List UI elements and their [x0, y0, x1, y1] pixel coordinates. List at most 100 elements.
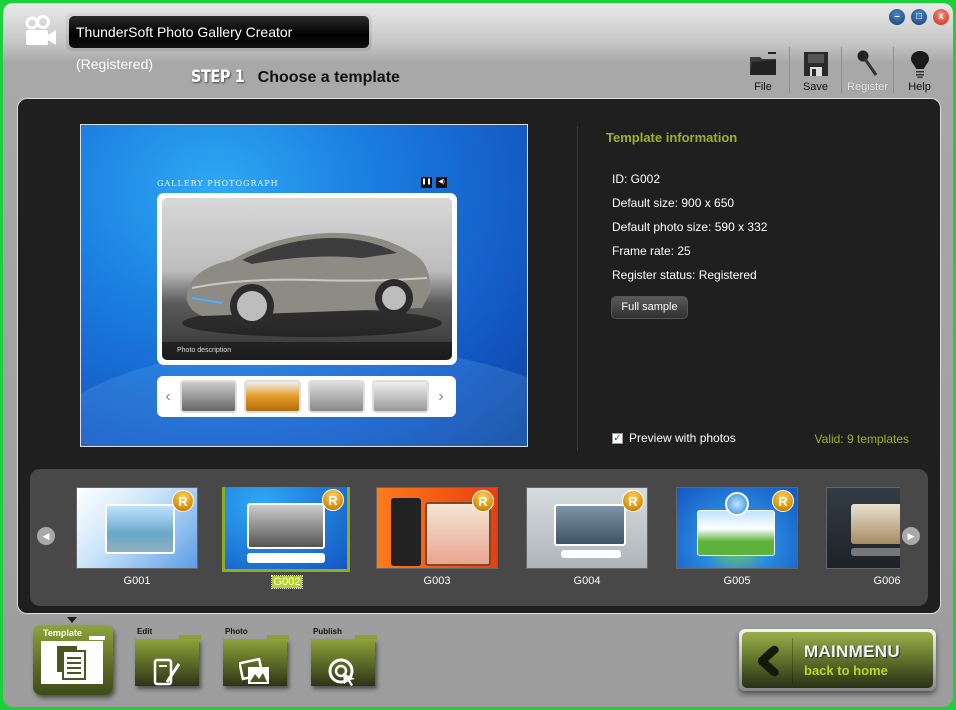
- help-button[interactable]: Help: [893, 47, 945, 93]
- mainmenu-subtitle: back to home: [804, 663, 888, 678]
- registered-badge: R: [772, 490, 794, 512]
- documents-icon: [57, 646, 86, 680]
- preview-controls: ❚❚ ◀): [421, 177, 447, 188]
- step-title: Choose a template: [257, 69, 400, 86]
- full-sample-button[interactable]: Full sample: [611, 296, 688, 319]
- tab-publish[interactable]: Publish: [311, 627, 377, 686]
- mainmenu-inner: MAINMENU back to home: [742, 632, 933, 688]
- car-photo: Photo description: [162, 198, 452, 360]
- template-label: G001: [123, 575, 151, 587]
- lightbulb-icon: [905, 51, 935, 78]
- step-number: STEP 1: [191, 67, 245, 87]
- tab-edit-label: Edit: [137, 627, 153, 636]
- tab-photo-label: Photo: [225, 627, 248, 636]
- sound-icon[interactable]: ◀): [436, 177, 447, 188]
- save-button[interactable]: Save: [789, 47, 841, 93]
- tab-edit[interactable]: Edit: [135, 627, 201, 686]
- thumb-inner-card: [391, 498, 421, 566]
- mainmenu-button[interactable]: MAINMENU back to home: [739, 629, 936, 691]
- prev-arrow-icon[interactable]: ‹: [163, 388, 173, 405]
- window-controls: – □ x: [889, 9, 949, 25]
- tab-template[interactable]: Template: [33, 625, 113, 695]
- default-photo-size: Default photo size: 590 x 332: [612, 220, 768, 234]
- valid-templates-count: Valid: 9 templates: [814, 432, 910, 446]
- thumb-inner-card: [851, 504, 900, 544]
- thumb-inner-strip: [247, 553, 325, 563]
- photo-frame: Photo description: [157, 193, 457, 365]
- thumb-inner-card: [105, 504, 175, 554]
- tab-folder-body: [41, 641, 103, 684]
- preview-thumb[interactable]: [372, 380, 429, 413]
- template-item-g003[interactable]: R G003: [375, 487, 499, 589]
- carousel-prev-button[interactable]: ◀: [37, 527, 55, 545]
- next-arrow-icon[interactable]: ›: [436, 388, 446, 405]
- arrow-right-icon: ▶: [907, 531, 915, 541]
- maximize-button[interactable]: □: [911, 9, 927, 25]
- preview-with-photos-toggle[interactable]: ✓ Preview with photos: [612, 431, 736, 445]
- active-tab-pointer: [67, 617, 77, 623]
- preview-thumb[interactable]: [244, 380, 301, 413]
- template-thumbnail[interactable]: [826, 487, 900, 569]
- template-thumbnail[interactable]: R: [76, 487, 198, 569]
- preview-with-photos-checkbox[interactable]: ✓: [612, 432, 623, 444]
- minimize-button[interactable]: –: [889, 9, 905, 25]
- help-label: Help: [908, 81, 931, 93]
- step-heading: STEP 1 Choose a template: [191, 67, 400, 87]
- panel-divider: [577, 126, 578, 451]
- file-button[interactable]: File: [737, 47, 789, 93]
- template-thumbnail[interactable]: R: [222, 487, 350, 572]
- thumb-inner-strip: [561, 550, 621, 558]
- back-chevron-icon: [758, 645, 779, 677]
- car-illustration: [182, 232, 442, 337]
- main-panel: GALLERY PHOTOGRAPH ❚❚ ◀) Photo descripti…: [17, 98, 941, 614]
- preview-with-photos-label: Preview with photos: [629, 431, 736, 445]
- template-thumbnail[interactable]: R: [676, 487, 798, 569]
- preview-thumb[interactable]: [308, 380, 365, 413]
- arrow-left-icon: ◀: [42, 531, 50, 541]
- template-item-g002[interactable]: R G002: [222, 487, 350, 590]
- template-info-title: Template information: [606, 130, 738, 145]
- register-label: Register: [847, 81, 888, 93]
- template-preview: GALLERY PHOTOGRAPH ❚❚ ◀) Photo descripti…: [80, 124, 528, 447]
- preview-thumb-strip: ‹ ›: [157, 376, 456, 417]
- preview-thumb[interactable]: [180, 380, 237, 413]
- tab-template-label: Template: [43, 628, 82, 638]
- key-icon: [853, 50, 883, 77]
- frame-rate: Frame rate: 25: [612, 244, 691, 258]
- toolbar: File Save Register Help: [737, 47, 945, 93]
- template-thumbnail[interactable]: R: [526, 487, 648, 569]
- title-box: ThunderSoft Photo Gallery Creator (Regis…: [66, 13, 372, 72]
- tab-photo[interactable]: Photo: [223, 627, 289, 686]
- template-item-g004[interactable]: R G004: [525, 487, 649, 589]
- carousel-next-button[interactable]: ▶: [902, 527, 920, 545]
- carousel-track: R G001 R G002 R G003 R G004 R G005 G006: [75, 487, 900, 597]
- register-button[interactable]: Register: [841, 47, 893, 93]
- template-label: G005: [723, 575, 751, 587]
- default-size: Default size: 900 x 650: [612, 196, 735, 210]
- mainmenu-separator: [792, 638, 793, 684]
- pause-icon[interactable]: ❚❚: [421, 177, 432, 188]
- notebook-pencil-icon: [153, 658, 181, 686]
- registered-badge: R: [472, 490, 494, 512]
- tab-publish-label: Publish: [313, 627, 342, 636]
- close-button[interactable]: x: [933, 9, 949, 25]
- template-thumbnail[interactable]: R: [376, 487, 498, 569]
- file-label: File: [754, 81, 772, 93]
- thumb-logo-circle: [725, 492, 749, 516]
- tab-folder-body: [311, 639, 375, 686]
- template-carousel: ◀ R G001 R G002 R G003 R G004 R G005 G00…: [30, 469, 928, 606]
- template-label: G003: [423, 575, 451, 587]
- template-id: ID: G002: [612, 172, 661, 186]
- template-item-g005[interactable]: R G005: [675, 487, 799, 589]
- tab-folder-tab: [89, 636, 105, 640]
- template-info-list: ID: G002 Default size: 900 x 650 Default…: [612, 171, 767, 291]
- maximize-icon: □: [915, 11, 923, 22]
- step-nav: Template Edit Photo Publish: [33, 625, 377, 695]
- registered-badge: R: [622, 490, 644, 512]
- app-window: ThunderSoft Photo Gallery Creator (Regis…: [3, 3, 953, 707]
- template-label: G002: [270, 575, 304, 589]
- publish-cursor-icon: [328, 658, 355, 686]
- photos-icon: [239, 657, 269, 684]
- template-item-g006[interactable]: G006: [825, 487, 900, 589]
- template-item-g001[interactable]: R G001: [75, 487, 199, 589]
